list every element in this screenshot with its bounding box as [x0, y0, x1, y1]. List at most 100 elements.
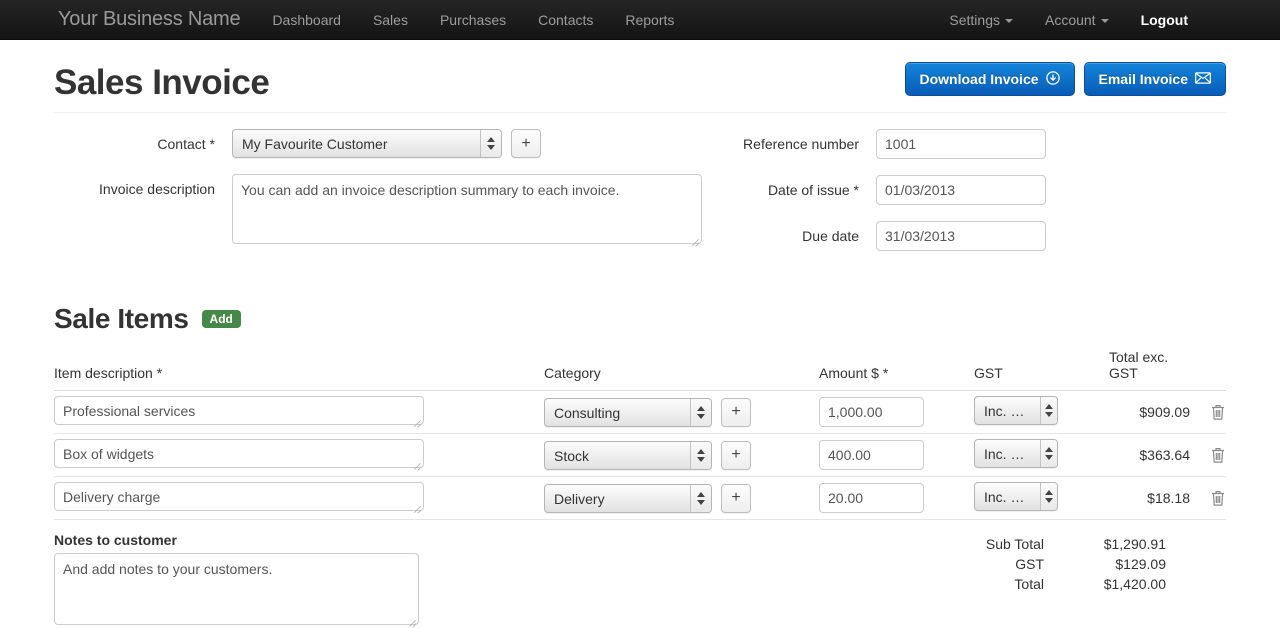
table-row: Stock + Inc. GST $363.64: [54, 433, 1226, 477]
user-nav: Settings Account Logout: [933, 0, 1264, 40]
date-of-issue-label: Date of issue *: [767, 182, 859, 198]
totals-row-total: Total $1,420.00: [958, 574, 1166, 594]
page-body: Sales Invoice Download Invoice Email Inv…: [0, 40, 1280, 628]
cell-description: [54, 476, 544, 520]
row-total-value: $18.18: [1147, 490, 1190, 506]
add-contact-button[interactable]: +: [511, 129, 541, 158]
due-date-field-row: Due date: [728, 221, 1226, 251]
nav-item-reports[interactable]: Reports: [609, 0, 690, 40]
gst-label: GST: [1015, 556, 1044, 572]
chevron-down-icon: [1100, 18, 1109, 23]
stepper-arrows-icon[interactable]: [1040, 397, 1057, 424]
gst-select[interactable]: Inc. GST: [974, 396, 1058, 425]
column-header-gst: GST: [974, 349, 1109, 391]
nav-item-contacts[interactable]: Contacts: [522, 0, 609, 40]
item-description-input[interactable]: [54, 439, 424, 468]
nav-item-dashboard[interactable]: Dashboard: [256, 0, 357, 40]
nav-item-sales[interactable]: Sales: [357, 0, 424, 40]
totals-summary: Sub Total $1,290.91 GST $129.09 Total $1…: [958, 532, 1226, 628]
totals-row-subtotal: Sub Total $1,290.91: [958, 534, 1166, 554]
nav-item-purchases[interactable]: Purchases: [424, 0, 522, 40]
add-sale-item-button[interactable]: Add: [201, 310, 241, 328]
gst-select[interactable]: Inc. GST: [974, 439, 1058, 468]
trash-icon[interactable]: [1210, 446, 1226, 464]
category-select-value: Consulting: [554, 404, 621, 421]
cell-category: Delivery +: [544, 476, 819, 520]
column-header-description: Item description *: [54, 349, 544, 391]
stepper-arrows-icon[interactable]: [690, 484, 711, 512]
nav-item-account[interactable]: Account: [1029, 0, 1125, 40]
nav-item-logout[interactable]: Logout: [1125, 0, 1204, 40]
trash-icon[interactable]: [1210, 489, 1226, 507]
category-controls: Delivery +: [544, 483, 819, 513]
brand-logo[interactable]: Your Business Name: [16, 8, 256, 31]
totals-row-gst: GST $129.09: [958, 554, 1166, 574]
header-actions: Download Invoice Email Invoice: [904, 62, 1226, 102]
cell-total: $18.18: [1109, 476, 1198, 520]
category-controls: Consulting +: [544, 397, 819, 427]
date-of-issue-input[interactable]: [876, 175, 1046, 205]
due-date-label: Due date: [802, 228, 859, 244]
cell-amount: [819, 476, 974, 520]
download-invoice-button[interactable]: Download Invoice: [904, 62, 1075, 96]
nav-item-settings[interactable]: Settings: [933, 0, 1029, 40]
amount-input[interactable]: [819, 483, 924, 513]
add-category-button[interactable]: +: [721, 397, 751, 427]
item-description-input[interactable]: [54, 482, 424, 511]
table-row: Delivery + Inc. GST $18.18: [54, 476, 1226, 520]
contact-controls: My Favourite Customer +: [232, 129, 541, 158]
contact-field-row: Contact * My Favourite Customer +: [54, 129, 714, 158]
amount-input[interactable]: [819, 440, 924, 470]
total-value: $1,420.00: [1103, 576, 1166, 592]
add-category-button[interactable]: +: [721, 483, 751, 513]
stepper-arrows-icon[interactable]: [480, 130, 501, 157]
download-circle-icon: [1045, 71, 1060, 87]
subtotal-label: Sub Total: [985, 536, 1044, 552]
nav-settings-label: Settings: [949, 11, 1000, 28]
invoice-footer: Notes to customer Sub Total $1,290.91 GS…: [54, 532, 1226, 628]
cell-category: Stock +: [544, 433, 819, 477]
subtotal-value: $1,290.91: [1103, 536, 1166, 552]
description-field-row: Invoice description: [54, 174, 714, 247]
invoice-description-label: Invoice description: [99, 181, 215, 197]
sale-items-table: Item description * Category Amount $ * G…: [54, 349, 1226, 520]
gst-select[interactable]: Inc. GST: [974, 482, 1058, 511]
stepper-arrows-icon[interactable]: [1040, 483, 1057, 510]
amount-input[interactable]: [819, 397, 924, 427]
cell-gst: Inc. GST: [974, 433, 1109, 477]
cell-total: $363.64: [1109, 433, 1198, 477]
invoice-description-wrap: [232, 174, 702, 247]
stepper-arrows-icon[interactable]: [690, 398, 711, 426]
category-select[interactable]: Stock: [544, 440, 712, 470]
reference-field-row: Reference number: [728, 129, 1226, 159]
item-description-input[interactable]: [54, 396, 424, 425]
main-nav: Dashboard Sales Purchases Contacts Repor…: [256, 0, 690, 40]
notes-label: Notes to customer: [54, 532, 177, 548]
sale-items-table-body: Consulting + Inc. GST $909.: [54, 390, 1226, 520]
email-invoice-button[interactable]: Email Invoice: [1083, 62, 1226, 96]
due-date-input[interactable]: [876, 221, 1046, 251]
item-description-wrap: [54, 396, 424, 428]
category-select-value: Delivery: [554, 490, 605, 507]
category-controls: Stock +: [544, 440, 819, 470]
notes-input[interactable]: [54, 553, 419, 625]
cell-total: $909.09: [1109, 390, 1198, 434]
cell-amount: [819, 390, 974, 434]
reference-number-input[interactable]: [876, 129, 1046, 159]
add-category-button[interactable]: +: [721, 440, 751, 470]
trash-icon[interactable]: [1210, 403, 1226, 421]
stepper-arrows-icon[interactable]: [690, 441, 711, 469]
cell-amount: [819, 433, 974, 477]
row-total-value: $363.64: [1139, 447, 1190, 463]
category-select-value: Stock: [554, 447, 590, 464]
cell-delete: [1198, 476, 1226, 520]
email-invoice-label: Email Invoice: [1098, 71, 1188, 87]
category-select[interactable]: Consulting: [544, 397, 712, 427]
category-select[interactable]: Delivery: [544, 483, 712, 513]
cell-description: [54, 433, 544, 477]
sale-items-title: Sale Items: [54, 303, 189, 334]
stepper-arrows-icon[interactable]: [1040, 440, 1057, 467]
contact-select[interactable]: My Favourite Customer: [232, 129, 502, 158]
invoice-description-input[interactable]: [232, 174, 702, 244]
total-label: Total: [1014, 576, 1044, 592]
